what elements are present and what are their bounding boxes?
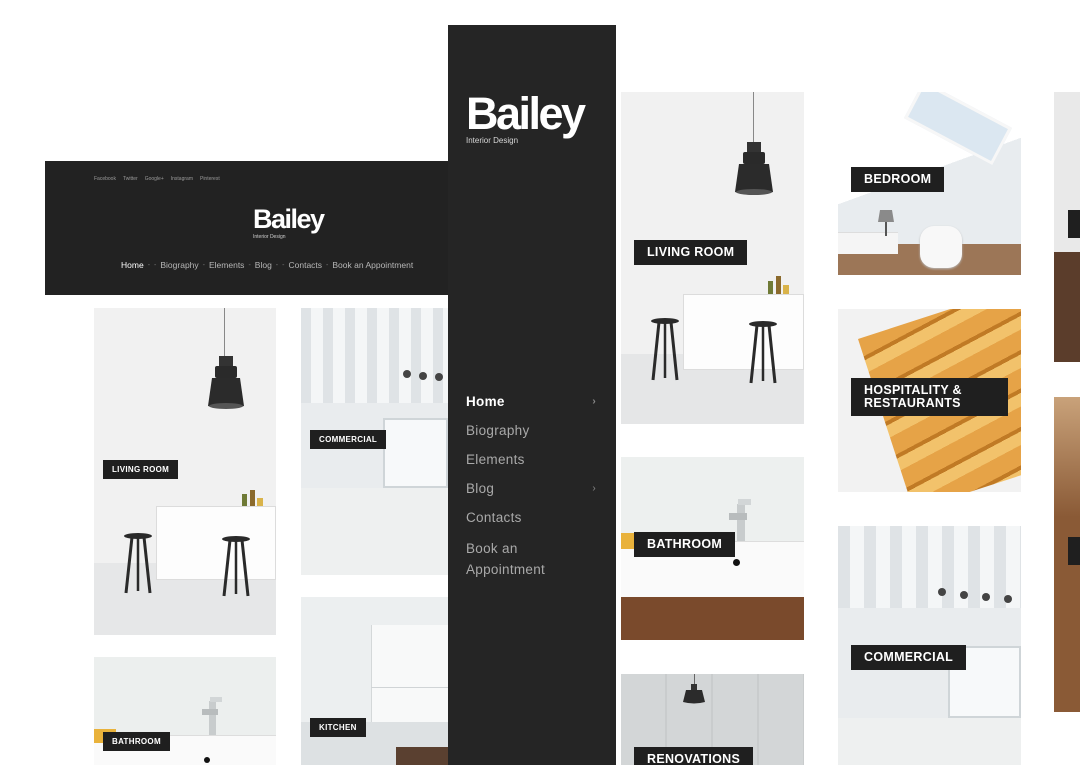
armchair — [920, 226, 962, 268]
vanity-wood — [621, 597, 804, 640]
nav-blog[interactable]: Blog — [255, 260, 272, 270]
sidebar-item-contacts[interactable]: Contacts — [466, 509, 596, 538]
nav-separator: - — [202, 261, 205, 269]
pendant-lamp-icon — [206, 356, 246, 411]
desktop-preview: Facebook Twitter Google+ Instagram Pinte… — [45, 161, 448, 765]
logo-wordmark: Bailey — [466, 88, 586, 139]
tile-label: BATHROOM — [103, 732, 170, 751]
nav-home[interactable]: Home — [121, 260, 144, 270]
tile-label: BEDROOM — [851, 167, 945, 192]
portfolio-tile-kitchen[interactable]: KITCHEN — [301, 597, 448, 765]
chevron-right-icon: › — [592, 483, 596, 494]
ceiling-beams — [301, 308, 448, 403]
stool-icon — [220, 536, 252, 598]
desk-lamp — [1054, 397, 1080, 517]
bottles-decor — [766, 274, 790, 294]
wood-floor — [396, 747, 448, 765]
nav-book-appointment[interactable]: Book an Appointment — [332, 260, 413, 270]
social-link-instagram[interactable]: Instagram — [171, 176, 193, 182]
gallery-tile-bedroom[interactable]: BEDROOM — [838, 92, 1021, 275]
tile-label: BATHROOM — [634, 532, 736, 557]
tile-label: COMMERCIAL — [851, 645, 967, 670]
stool-icon — [649, 318, 681, 382]
pendant-cord — [753, 92, 754, 144]
nav-contacts[interactable]: Contacts — [288, 260, 322, 270]
bottles-decor — [240, 488, 264, 506]
sidebar-item-biography[interactable]: Biography — [466, 422, 596, 451]
drain — [204, 757, 210, 763]
gallery-tile-commercial[interactable]: COMMERCIAL — [838, 526, 1021, 765]
cabinet-divider — [371, 687, 448, 688]
stool-icon — [122, 533, 154, 595]
lamp-icon — [876, 210, 896, 236]
social-link-facebook[interactable]: Facebook — [94, 176, 116, 182]
tile-label: KITCHEN — [310, 718, 366, 737]
social-links: Facebook Twitter Google+ Instagram Pinte… — [94, 176, 220, 182]
tile-label-partial — [1068, 210, 1080, 238]
tile-label: LIVING ROOM — [634, 240, 748, 265]
sidebar-item-label: Contacts — [466, 510, 522, 525]
showcase-canvas: Facebook Twitter Google+ Instagram Pinte… — [0, 0, 1080, 765]
nav-separator: - — [282, 261, 285, 269]
nav-separator: - — [275, 261, 279, 269]
logo-wordmark: Bailey — [253, 204, 325, 234]
gallery-tile-living-room[interactable]: LIVING ROOM — [621, 92, 804, 424]
sidebar-logo[interactable]: Bailey Interior Design — [466, 88, 586, 145]
portfolio-tile-living-room[interactable]: LIVING ROOM — [94, 308, 276, 635]
nav-biography[interactable]: Biography — [160, 260, 198, 270]
nav-separator: - — [326, 261, 329, 269]
sidebar-item-label: Home — [466, 394, 505, 409]
sidebar-item-label: Elements — [466, 452, 525, 467]
site-logo[interactable]: Bailey Interior Design — [253, 204, 325, 241]
nav-separator: - — [154, 261, 157, 269]
tile-label-partial — [1068, 537, 1080, 565]
floor — [838, 718, 1021, 765]
nav-separator: - — [147, 261, 151, 269]
sidebar-item-label: Blog — [466, 481, 495, 496]
main-nav: Home - - Biography - Elements - Blog - -… — [121, 260, 413, 270]
counter — [683, 294, 804, 370]
portfolio-tile-bathroom[interactable]: BATHROOM — [94, 657, 276, 765]
site-header: Facebook Twitter Google+ Instagram Pinte… — [45, 161, 448, 295]
tile-label: COMMERCIAL — [310, 430, 387, 449]
pendant-cord — [224, 308, 225, 358]
wood-floor — [1054, 252, 1080, 362]
tile-label: RENOVATIONS — [634, 747, 754, 765]
portfolio-tile-commercial[interactable]: COMMERCIAL — [301, 308, 448, 575]
floor — [301, 488, 448, 575]
spotlight-icon — [401, 366, 446, 382]
sidebar-item-label: Biography — [466, 423, 530, 438]
gallery-tile-partial-top[interactable] — [1054, 92, 1080, 362]
counter — [156, 506, 276, 580]
gallery-tile-bathroom[interactable]: BATHROOM — [621, 457, 804, 640]
faucet-icon — [200, 697, 224, 737]
social-link-pinterest[interactable]: Pinterest — [200, 176, 220, 182]
sidebar-item-book-appointment[interactable]: Book an Appointment — [466, 538, 566, 582]
sidebar-item-blog[interactable]: Blog › — [466, 480, 596, 509]
gallery-tile-hospitality[interactable]: HOSPITALITY & RESTAURANTS — [838, 309, 1021, 492]
social-link-twitter[interactable]: Twitter — [123, 176, 138, 182]
window — [383, 418, 448, 488]
gallery-tile-partial-bottom[interactable] — [1054, 397, 1080, 712]
sidebar-item-home[interactable]: Home › — [466, 393, 596, 422]
stool-icon — [747, 321, 779, 385]
logo-tagline: Interior Design — [253, 234, 286, 240]
sidebar-item-label: Book an Appointment — [466, 541, 546, 577]
spotlight-icon — [936, 584, 1021, 606]
social-link-googleplus[interactable]: Google+ — [145, 176, 164, 182]
pendant-lamp-icon — [683, 684, 705, 704]
sidebar-item-elements[interactable]: Elements — [466, 451, 596, 480]
nav-separator: - — [248, 261, 251, 269]
gallery-tile-renovations[interactable]: RENOVATIONS — [621, 674, 804, 765]
tile-label: HOSPITALITY & RESTAURANTS — [851, 378, 1008, 416]
tile-label: LIVING ROOM — [103, 460, 179, 479]
drain — [733, 559, 740, 566]
pendant-lamp-icon — [733, 142, 775, 198]
chevron-right-icon: › — [592, 396, 596, 407]
vertical-menu-sidebar: Bailey Interior Design Home › Biography … — [448, 25, 616, 765]
nav-elements[interactable]: Elements — [209, 260, 244, 270]
sidebar-nav: Home › Biography Elements Blog › Contact… — [466, 393, 596, 582]
